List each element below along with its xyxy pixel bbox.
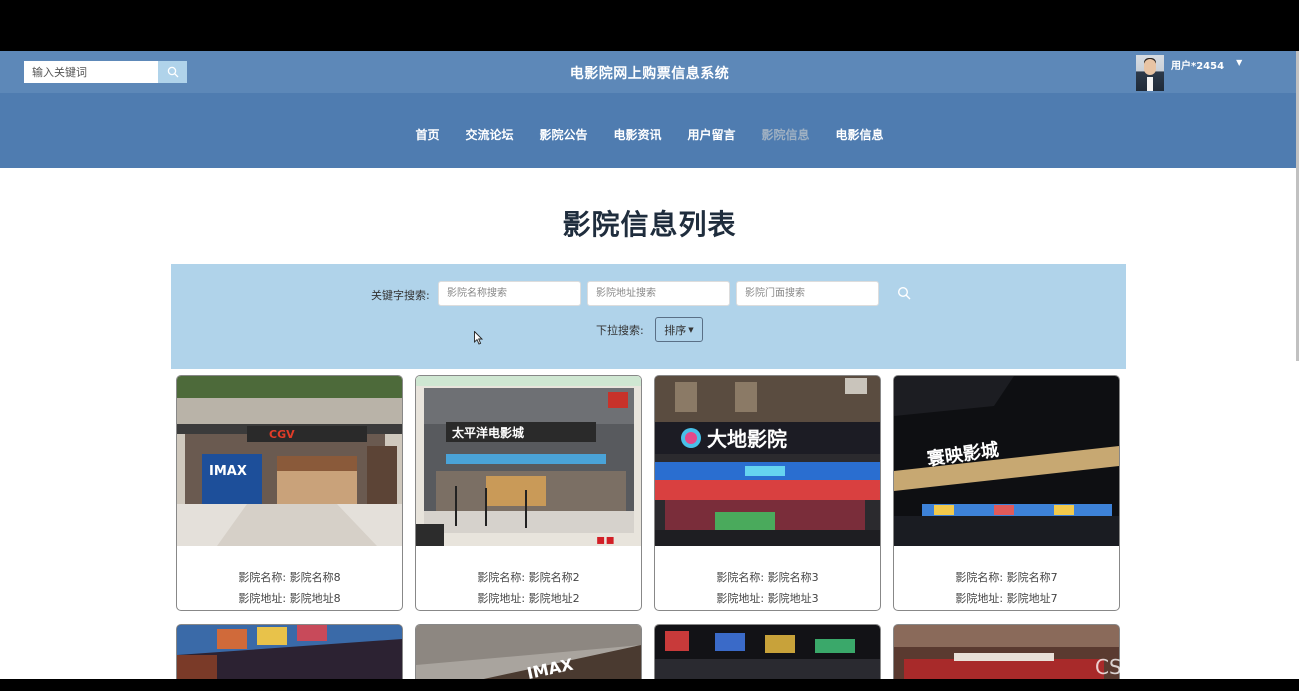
card-signage: CGV xyxy=(269,428,295,441)
nav-user-messages[interactable]: 用户留言 xyxy=(688,126,736,143)
page-title: 影院信息列表 xyxy=(562,208,737,241)
card-signage: 大地影院 xyxy=(707,427,787,451)
dropdown-search-label: 下拉搜索: xyxy=(596,324,644,337)
cinema-card[interactable]: IMAX xyxy=(415,624,642,679)
cinema-name: 影院名称: 影院名称7 xyxy=(955,571,1058,584)
main-nav: 首页 交流论坛 影院公告 电影资讯 用户留言 影院信息 电影信息 xyxy=(0,93,1299,168)
card-signage: 太平洋电影城 xyxy=(452,425,524,440)
cinema-image xyxy=(655,625,880,679)
cinema-address: 影院地址: 影院地址2 xyxy=(477,592,580,605)
cinema-image: CGV IMAX xyxy=(177,376,402,546)
mouse-cursor-icon xyxy=(474,331,484,345)
cinema-address: 影院地址: 影院地址3 xyxy=(716,592,819,605)
page: 电影院网上购票信息系统 用户*2454 ▼ 首页 交流论坛 影院公告 电影资讯 … xyxy=(0,51,1299,679)
sort-label: 排序 xyxy=(664,323,687,337)
cinema-image: 寰映影城 xyxy=(894,376,1119,546)
cinema-image xyxy=(177,625,402,679)
caret-down-icon: ▼ xyxy=(688,325,694,334)
user-menu[interactable]: 用户*2454 ▼ xyxy=(1136,55,1242,91)
nav-movie-news[interactable]: 电影资讯 xyxy=(613,126,661,143)
svg-text:▪▪: ▪▪ xyxy=(596,532,615,546)
nav-home[interactable]: 首页 xyxy=(415,126,439,143)
caret-down-icon[interactable]: ▼ xyxy=(1236,58,1242,67)
filter-search-button[interactable] xyxy=(897,286,911,303)
cinema-card[interactable] xyxy=(893,624,1120,679)
nav-cinema-notice[interactable]: 影院公告 xyxy=(539,126,587,143)
nav-cinema-info[interactable]: 影院信息 xyxy=(762,126,810,143)
cinema-image: 大地影院 xyxy=(655,376,880,546)
cinema-image: 太平洋电影城 ▪▪ xyxy=(416,376,641,546)
cinema-card[interactable]: 太平洋电影城 ▪▪ 影院名称: 影院名称2 影院地址: 影院地址2 xyxy=(415,375,642,611)
user-name[interactable]: 用户*2454 xyxy=(1171,57,1224,72)
cinema-address: 影院地址: 影院地址8 xyxy=(238,592,341,605)
cinema-image: IMAX xyxy=(416,625,641,679)
cinema-storefront-input[interactable] xyxy=(736,281,879,306)
cinema-name-input[interactable] xyxy=(438,281,581,306)
cinema-card[interactable]: 寰映影城 影院名称: 影院名称7 影院地址: 影院地址7 xyxy=(893,375,1120,611)
cinema-card[interactable] xyxy=(176,624,403,679)
cinema-card[interactable] xyxy=(654,624,881,679)
search-icon xyxy=(897,286,911,300)
cinema-address: 影院地址: 影院地址7 xyxy=(955,592,1058,605)
keyword-search-label: 关键字搜索: xyxy=(371,289,430,302)
cinema-address-input[interactable] xyxy=(587,281,730,306)
watermark: CSDN @kybs1991 xyxy=(1095,655,1276,679)
card-screen-text: IMAX xyxy=(209,464,247,479)
nav-movie-info[interactable]: 电影信息 xyxy=(836,126,884,143)
top-bar: 电影院网上购票信息系统 用户*2454 ▼ xyxy=(0,51,1299,93)
cinema-card[interactable]: 大地影院 影院名称: 影院名称3 影院地址: 影院地址3 xyxy=(654,375,881,611)
cinema-name: 影院名称: 影院名称8 xyxy=(238,571,341,584)
cinema-card[interactable]: CGV IMAX 影院名称: 影院名称8 影院地址: 影院地址8 xyxy=(176,375,403,611)
cinema-name: 影院名称: 影院名称2 xyxy=(477,571,580,584)
filter-panel: 关键字搜索: 下拉搜索: 排序 ▼ xyxy=(171,264,1126,369)
nav-forum[interactable]: 交流论坛 xyxy=(465,126,513,143)
avatar[interactable] xyxy=(1136,55,1164,91)
site-title: 电影院网上购票信息系统 xyxy=(569,66,730,82)
sort-dropdown[interactable]: 排序 ▼ xyxy=(655,317,703,342)
cinema-name: 影院名称: 影院名称3 xyxy=(716,571,819,584)
cinema-image xyxy=(894,625,1119,679)
